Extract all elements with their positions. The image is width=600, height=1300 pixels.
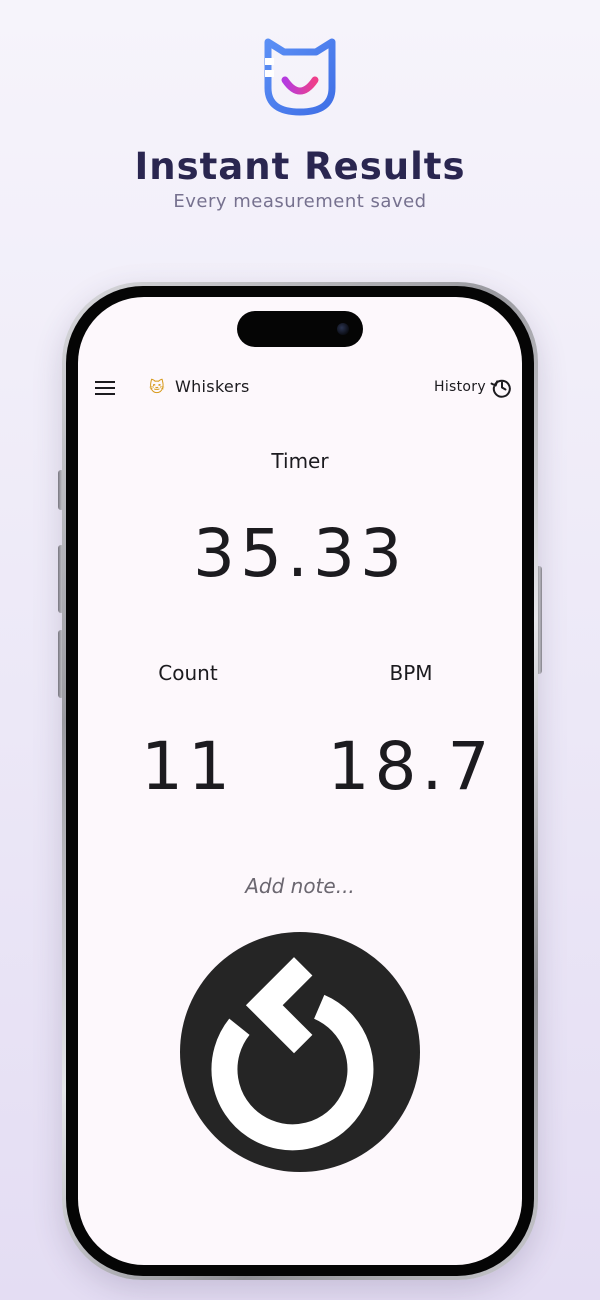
cat-face-icon: 🐱	[149, 378, 165, 396]
count-value: 11	[141, 728, 235, 805]
promo-headline: Instant Results	[134, 145, 466, 188]
menu-icon[interactable]	[94, 377, 116, 399]
cat-face-logo-icon	[264, 38, 336, 116]
pet-name-label[interactable]: Whiskers	[175, 376, 250, 398]
bpm-value: 18.7	[327, 728, 495, 805]
history-button-label[interactable]: History	[434, 377, 486, 397]
history-icon[interactable]	[490, 375, 514, 399]
app-screen: 🐱 Whiskers History Timer 35.33 Count 11 …	[78, 297, 522, 1265]
bpm-label: BPM	[389, 661, 433, 685]
reset-button[interactable]	[180, 932, 420, 1172]
timer-value: 35.33	[193, 515, 407, 592]
front-camera	[337, 323, 349, 335]
reset-icon	[211, 957, 374, 1151]
timer-label: Timer	[271, 449, 329, 473]
count-label: Count	[158, 661, 218, 685]
promo-subheadline: Every measurement saved	[173, 191, 427, 212]
dynamic-island	[237, 311, 363, 347]
note-input[interactable]	[168, 871, 432, 901]
